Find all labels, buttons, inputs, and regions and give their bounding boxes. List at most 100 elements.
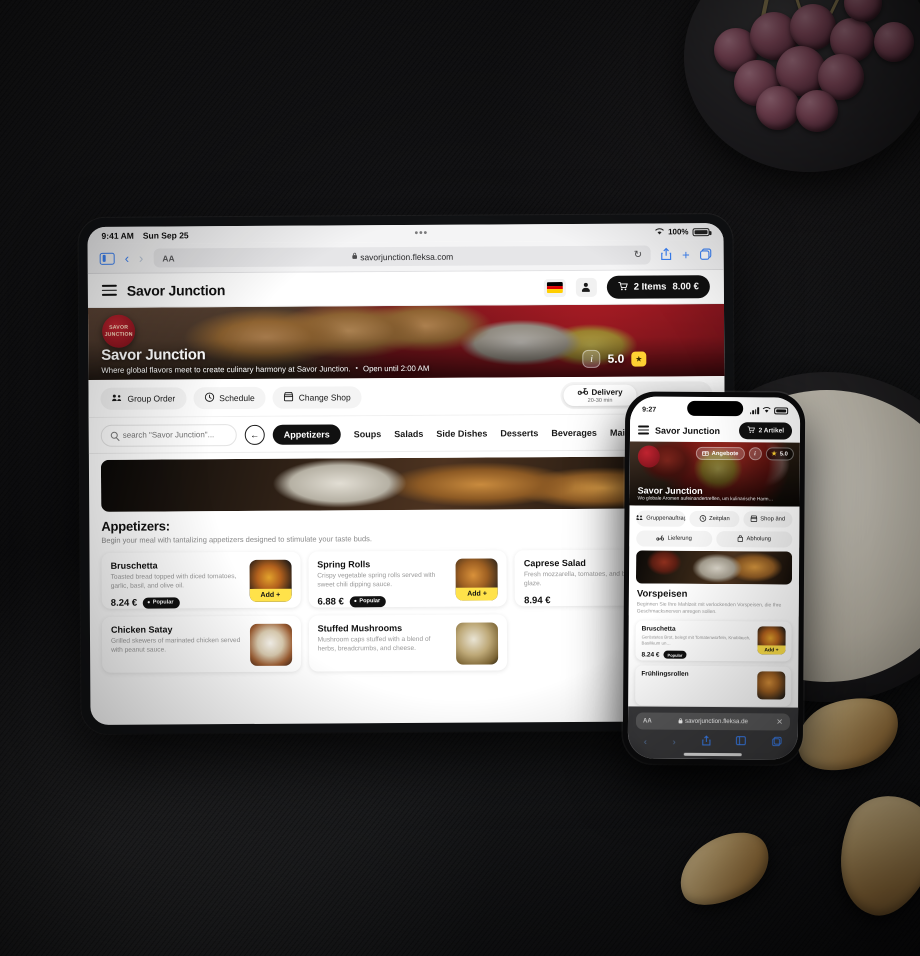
phone-screen: 9:27 Savor Junction 2 Artikel Angebote i… bbox=[627, 396, 801, 760]
sidebar-icon[interactable] bbox=[99, 252, 115, 265]
search-box[interactable] bbox=[100, 423, 237, 447]
phone-site-header: Savor Junction 2 Artikel bbox=[629, 418, 801, 443]
item-description: Crispy vegetable spring rolls served wit… bbox=[317, 571, 436, 589]
item-description: Geröstetes Brot, belegt mit Tomatenwürfe… bbox=[641, 634, 751, 646]
hamburger-icon[interactable] bbox=[638, 425, 650, 435]
safari-toolbar: ‹ › AA savorjunction.fleksa.com ↻ + bbox=[87, 240, 724, 274]
add-to-cart-button[interactable]: Add + bbox=[456, 587, 499, 601]
hero-text-block: Savor Junction Where global flavors meet… bbox=[101, 345, 429, 375]
phone-action-bar: Gruppenauftrag Zeitplan Shop änd Lieferu… bbox=[629, 505, 800, 548]
menu-item-card[interactable]: Chicken Satay Grilled skewers of marinat… bbox=[101, 615, 301, 673]
menu-item-card[interactable]: Stuffed Mushrooms Mushroom caps stuffed … bbox=[308, 614, 508, 672]
menu-item-card[interactable]: Bruschetta Toasted bread topped with dic… bbox=[101, 551, 301, 609]
lock-icon bbox=[678, 717, 683, 725]
forward-icon[interactable]: › bbox=[139, 251, 143, 266]
scooter-icon bbox=[656, 535, 665, 543]
status-time: 9:41 AM bbox=[101, 230, 134, 241]
info-icon[interactable]: i bbox=[748, 447, 762, 461]
phone-browser-tools: ‹ › bbox=[636, 729, 790, 748]
fire-icon: ● bbox=[353, 598, 357, 605]
restaurant-logo: SAVOR JUNCTION bbox=[102, 314, 136, 348]
item-name: Chicken Satay bbox=[110, 624, 173, 635]
battery-icon bbox=[692, 227, 710, 236]
rating-chip: ★ 5.0 bbox=[765, 447, 794, 461]
group-order-button[interactable]: Group Order bbox=[100, 386, 187, 410]
info-icon[interactable]: i bbox=[582, 349, 601, 368]
store-icon bbox=[750, 515, 758, 524]
cart-item-count: 2 Items bbox=[633, 281, 667, 293]
tabs-icon[interactable] bbox=[700, 248, 712, 262]
url-text: savorjunction.fleksa.com bbox=[360, 251, 454, 262]
category-tab-desserts[interactable]: Desserts bbox=[500, 428, 538, 438]
restaurant-logo bbox=[637, 445, 660, 468]
restaurant-name: Savor Junction bbox=[637, 485, 703, 496]
cart-item-count: 2 Artikel bbox=[758, 427, 785, 435]
hamburger-icon[interactable] bbox=[101, 284, 117, 296]
schedule-label: Zeitplan bbox=[709, 515, 730, 523]
tabs-icon[interactable] bbox=[772, 736, 782, 748]
phone-status-time: 9:27 bbox=[642, 406, 657, 414]
schedule-button[interactable]: Schedule bbox=[193, 386, 266, 409]
grape bbox=[874, 22, 914, 62]
dynamic-island bbox=[687, 400, 744, 417]
add-to-cart-button[interactable]: Add + bbox=[757, 645, 786, 655]
category-tab-side-dishes[interactable]: Side Dishes bbox=[436, 428, 487, 438]
offers-button[interactable]: Angebote bbox=[695, 446, 745, 461]
change-shop-button[interactable]: Shop änd bbox=[743, 511, 793, 528]
category-tab-beverages[interactable]: Beverages bbox=[551, 427, 597, 437]
grape bbox=[790, 4, 836, 50]
share-icon[interactable] bbox=[701, 735, 710, 748]
category-prev-button[interactable]: ← bbox=[244, 424, 265, 445]
category-list: Appetizers Soups Salads Side Dishes Dess… bbox=[272, 422, 651, 445]
forward-icon[interactable]: › bbox=[673, 736, 676, 746]
plus-icon: + bbox=[482, 590, 487, 598]
address-bar[interactable]: AA savorjunction.fleksa.com ↻ bbox=[153, 245, 652, 268]
status-date: Sun Sep 25 bbox=[142, 229, 189, 241]
address-bar[interactable]: AA savorjunction.fleksa.de ✕ bbox=[635, 712, 791, 731]
new-tab-icon[interactable]: + bbox=[682, 247, 690, 262]
schedule-button[interactable]: Zeitplan bbox=[689, 510, 740, 528]
menu-item-card[interactable]: Spring Rolls Crispy vegetable spring rol… bbox=[308, 550, 508, 608]
restaurant-name: Savor Junction bbox=[101, 346, 206, 364]
menu-item-card[interactable]: Frühlingsrollen bbox=[635, 665, 792, 707]
store-icon bbox=[284, 391, 294, 403]
group-order-button[interactable]: Gruppenauftrag bbox=[636, 510, 686, 527]
menu-item-card[interactable]: Bruschetta Geröstetes Brot, belegt mit T… bbox=[635, 620, 792, 662]
item-thumbnail: Add + bbox=[455, 558, 499, 601]
item-name: Bruschetta bbox=[641, 625, 676, 633]
signal-icon bbox=[749, 407, 760, 415]
back-icon[interactable]: ‹ bbox=[125, 251, 129, 266]
badge-label: Popular bbox=[359, 598, 381, 605]
popular-badge: ● Popular bbox=[349, 595, 387, 608]
delivery-eta: 20-30 min bbox=[587, 397, 613, 404]
account-button[interactable] bbox=[575, 277, 597, 297]
cart-button[interactable]: 2 Items 8.00 € bbox=[606, 275, 710, 299]
people-icon bbox=[636, 514, 643, 522]
add-label: Add bbox=[764, 646, 775, 653]
category-tab-appetizers[interactable]: Appetizers bbox=[272, 423, 341, 445]
category-tab-salads[interactable]: Salads bbox=[394, 428, 423, 438]
delivery-button[interactable]: Lieferung bbox=[636, 530, 713, 547]
hero-rating-group: i 5.0 ★ bbox=[582, 349, 647, 368]
cart-icon bbox=[747, 426, 755, 435]
share-icon[interactable] bbox=[661, 247, 672, 262]
delivery-option[interactable]: Delivery 20-30 min bbox=[563, 384, 637, 407]
language-selector[interactable] bbox=[543, 278, 566, 297]
category-tab-soups[interactable]: Soups bbox=[354, 429, 382, 439]
add-to-cart-button[interactable]: Add + bbox=[249, 588, 292, 602]
offers-label: Angebote bbox=[711, 450, 739, 457]
item-price: 8.24 € bbox=[641, 651, 660, 659]
fire-icon: ● bbox=[147, 599, 151, 606]
search-input[interactable] bbox=[122, 430, 227, 440]
person-icon bbox=[582, 283, 590, 292]
popular-badge: Popular bbox=[663, 650, 687, 660]
wifi-icon bbox=[762, 406, 771, 415]
german-flag-icon bbox=[546, 282, 563, 294]
bookmarks-icon[interactable] bbox=[736, 736, 747, 747]
pickup-button[interactable]: Abholung bbox=[716, 531, 793, 548]
cart-button[interactable]: 2 Artikel bbox=[738, 422, 793, 440]
multitask-dots-icon[interactable]: ••• bbox=[415, 228, 429, 239]
change-shop-button[interactable]: Change Shop bbox=[272, 385, 362, 409]
hero-text-block: Savor Junction Wo globale Aromen aufeina… bbox=[638, 485, 774, 502]
back-icon[interactable]: ‹ bbox=[644, 736, 647, 746]
